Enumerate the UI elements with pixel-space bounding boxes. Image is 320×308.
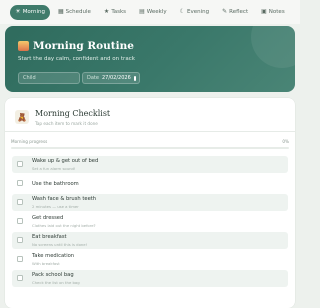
- progress-label: Morning progress: [11, 139, 48, 144]
- child-field[interactable]: Child: [18, 72, 80, 84]
- task-title: Pack school bag: [32, 272, 74, 278]
- checkbox[interactable]: [17, 218, 23, 224]
- tab-weekly[interactable]: ▤ Weekly: [134, 5, 172, 20]
- task-title: Get dressed: [32, 215, 64, 221]
- week-icon: ▤: [139, 8, 145, 15]
- task-title: Wash face & brush teeth: [32, 196, 97, 202]
- checkbox[interactable]: [17, 275, 23, 281]
- checklist-icon: 🧸: [15, 110, 29, 124]
- checklist-item[interactable]: Wash face & brush teeth 2 minutes — use a…: [12, 194, 288, 211]
- checklist-item[interactable]: Pack school bag Check the list on the bag: [12, 270, 288, 287]
- task-title: Wake up & get out of bed: [32, 158, 99, 164]
- page-title: Morning Routine: [18, 40, 134, 52]
- task-subtitle: Clothes laid out the night before?: [32, 223, 96, 228]
- moon-icon: ☾: [179, 8, 185, 15]
- tab-label: Notes: [268, 9, 285, 15]
- tab-label: Weekly: [146, 9, 167, 15]
- checklist-item[interactable]: Wake up & get out of bed Set a fun alarm …: [12, 156, 288, 173]
- tab-morning[interactable]: ☀ Morning: [10, 4, 50, 20]
- checkbox[interactable]: [17, 161, 23, 167]
- tab-tasks[interactable]: ★ Tasks: [99, 5, 131, 20]
- tab-label: Reflect: [229, 9, 249, 15]
- top-nav: ☀ Morning ▦ Schedule ★ Tasks ▤ Weekly ☾ Evening ✎ R…: [0, 0, 300, 24]
- checkbox[interactable]: [17, 256, 23, 262]
- checklist-item[interactable]: Eat breakfast No screens until this is do…: [12, 232, 288, 249]
- page-title-text: Morning Routine: [33, 40, 134, 52]
- task-subtitle: Set a fun alarm sound!: [32, 166, 76, 171]
- tab-evening[interactable]: ☾ Evening: [175, 5, 215, 20]
- checkbox[interactable]: [17, 199, 23, 205]
- page-subtitle: Start the day calm, confident and on tra…: [18, 56, 135, 62]
- task-subtitle: 2 minutes — use a timer: [32, 204, 79, 209]
- hero-banner: Morning Routine Start the day calm, conf…: [5, 26, 295, 92]
- task-subtitle: With breakfast: [32, 261, 60, 266]
- tab-label: Tasks: [111, 9, 127, 15]
- checklist-header: 🧸 Morning Checklist Tap each item to mar…: [15, 108, 285, 130]
- calendar-icon: ▦: [57, 8, 64, 15]
- calendar-icon[interactable]: [133, 75, 136, 81]
- task-title: Eat breakfast: [32, 234, 67, 240]
- tab-notes[interactable]: ▣ Notes: [256, 5, 290, 20]
- child-label: Child: [23, 75, 36, 81]
- notes-icon: ▣: [261, 8, 267, 15]
- checklist-item[interactable]: Get dressed Clothes laid out the night be…: [12, 213, 288, 230]
- tab-label: Schedule: [65, 9, 91, 15]
- decorative-circle: [251, 26, 295, 68]
- checkbox[interactable]: [17, 180, 23, 186]
- star-icon: ★: [103, 8, 110, 15]
- date-label: Date: [87, 75, 99, 81]
- checklist-subtitle: Tap each item to mark it done: [35, 121, 98, 126]
- date-field[interactable]: Date 27/02/2026: [82, 72, 140, 84]
- divider: [5, 131, 295, 132]
- sun-icon: ☀: [15, 8, 21, 15]
- checklist-item[interactable]: Use the bathroom: [12, 175, 288, 192]
- task-subtitle: Check the list on the bag: [32, 280, 80, 285]
- checklist-card: 🧸 Morning Checklist Tap each item to mar…: [5, 98, 295, 308]
- reflect-icon: ✎: [222, 8, 228, 15]
- progress-value: 0%: [282, 139, 289, 144]
- task-title: Use the bathroom: [32, 180, 79, 187]
- sunrise-icon: [18, 41, 29, 51]
- checklist-item[interactable]: Take medication With breakfast: [12, 251, 288, 268]
- tab-label: Morning: [22, 9, 45, 15]
- tab-reflect[interactable]: ✎ Reflect: [217, 5, 253, 20]
- tab-schedule[interactable]: ▦ Schedule: [53, 5, 96, 20]
- task-subtitle: No screens until this is done!: [32, 242, 88, 247]
- progress-bar: [11, 147, 289, 149]
- task-title: Take medication: [32, 253, 75, 259]
- checklist-title: Morning Checklist: [35, 109, 111, 118]
- tab-label: Evening: [186, 9, 210, 15]
- checkbox[interactable]: [17, 237, 23, 243]
- date-input[interactable]: 27/02/2026: [102, 75, 131, 81]
